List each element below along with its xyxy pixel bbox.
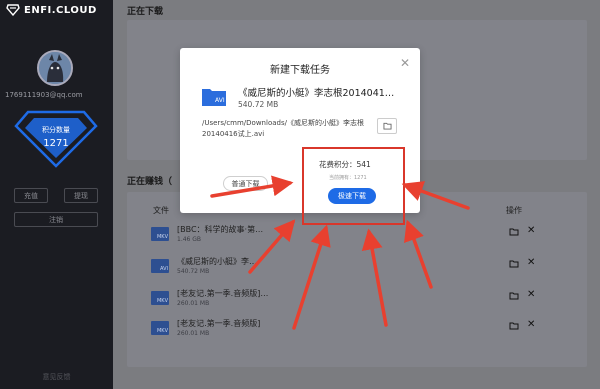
withdraw-button[interactable]: 提现 <box>64 188 98 203</box>
sidebar: ENFI.CLOUD 1769111903@qq.com 积分数量 1271 充… <box>0 0 113 389</box>
close-icon[interactable]: ✕ <box>527 225 535 236</box>
close-icon[interactable]: ✕ <box>527 257 535 268</box>
folder-icon[interactable] <box>509 291 519 301</box>
file-ext: AVI <box>215 97 225 104</box>
points-value: 1271 <box>43 138 69 149</box>
logo-icon <box>6 4 20 16</box>
dialog-file-size: 540.72 MB <box>238 100 279 109</box>
row-file-size: 540.72 MB <box>177 268 210 275</box>
file-ext: MKV <box>156 328 168 334</box>
close-icon[interactable]: ✕ <box>527 319 535 330</box>
avatar[interactable] <box>37 50 73 86</box>
row-file-name: [BBC：科学的故事·第… <box>177 225 264 234</box>
video-file-icon: AVI <box>151 259 169 273</box>
table-row: MKV [老友记.第一季.音频版] 260.01 MB ✕ <box>149 316 589 344</box>
table-row: MKV [BBC：科学的故事·第… 1.46 GB ✕ <box>149 222 589 250</box>
avatar-image <box>39 52 71 84</box>
logo-text: ENFI.CLOUD <box>24 4 97 16</box>
row-file-name: 《威尼斯的小艇》李… <box>177 257 257 266</box>
column-ops-header: 操作 <box>506 206 522 215</box>
file-ext: MKV <box>156 234 168 240</box>
row-file-size: 260.01 MB <box>177 330 210 337</box>
folder-icon[interactable] <box>509 259 519 269</box>
logo: ENFI.CLOUD <box>6 4 97 16</box>
file-ext: AVI <box>160 266 168 272</box>
dialog-title: 新建下载任务 <box>270 65 330 76</box>
choose-folder-button[interactable] <box>377 118 397 134</box>
downloading-title: 正在下载 <box>127 7 164 17</box>
close-icon[interactable]: ✕ <box>400 57 410 69</box>
points-label: 积分数量 <box>42 126 70 134</box>
column-file-header: 文件 <box>153 206 169 215</box>
video-file-icon: MKV <box>151 291 169 305</box>
folder-icon[interactable] <box>509 321 519 331</box>
file-ext: MKV <box>156 298 168 304</box>
folder-icon[interactable] <box>509 227 519 237</box>
annotation-highlight-box <box>302 147 405 225</box>
row-file-name: [老友记.第一季.音频版] <box>177 319 261 328</box>
normal-download-button[interactable]: 普通下载 <box>223 176 268 191</box>
save-path: /Users/cmm/Downloads/《威尼斯的小艇》李志根20140416… <box>202 119 364 138</box>
video-file-icon: MKV <box>151 321 169 335</box>
video-file-icon: MKV <box>151 227 169 241</box>
feedback-link[interactable]: 意见反馈 <box>0 372 113 382</box>
row-file-size: 1.46 GB <box>177 236 202 243</box>
recharge-button[interactable]: 充值 <box>14 188 48 203</box>
dialog-file-name: 《威尼斯的小艇》李志根2014041… <box>238 88 395 99</box>
video-file-icon: AVI <box>202 89 226 106</box>
table-row: AVI 《威尼斯的小艇》李… 540.72 MB ✕ <box>149 254 589 282</box>
logout-button[interactable]: 注销 <box>14 212 98 227</box>
earning-title: 正在赚钱（ <box>127 177 173 187</box>
row-file-size: 260.01 MB <box>177 300 210 307</box>
user-email: 1769111903@qq.com <box>5 91 83 99</box>
table-row: MKV [老友记.第一季.音频版]… 260.01 MB ✕ <box>149 286 589 314</box>
close-icon[interactable]: ✕ <box>527 289 535 300</box>
row-file-name: [老友记.第一季.音频版]… <box>177 289 269 298</box>
folder-icon <box>383 122 391 130</box>
